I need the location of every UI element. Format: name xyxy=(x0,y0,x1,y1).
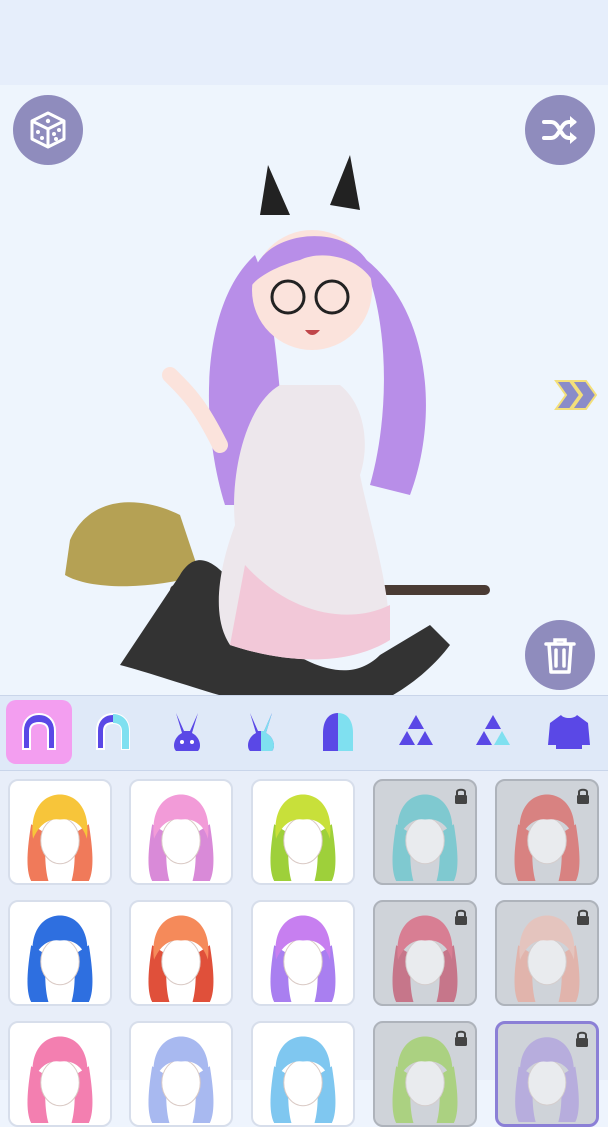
hair-item[interactable] xyxy=(8,1021,112,1127)
top-bar xyxy=(0,0,608,85)
hair-item[interactable] xyxy=(8,779,112,885)
tab-hair-front[interactable] xyxy=(80,700,146,764)
lock-icon xyxy=(455,909,467,925)
hair-full-icon xyxy=(22,712,56,750)
hair-item[interactable] xyxy=(373,779,477,885)
hair-item[interactable] xyxy=(251,1021,355,1127)
sweater-icon xyxy=(548,715,590,749)
hair-back-icon xyxy=(323,713,353,751)
tab-triforce-alt[interactable] xyxy=(460,700,526,764)
double-chevron-right-icon[interactable] xyxy=(552,377,600,413)
tab-hair-back[interactable] xyxy=(305,700,371,764)
lock-icon xyxy=(455,1030,467,1046)
trash-icon xyxy=(544,638,576,674)
hairstyle-thumbnail xyxy=(27,1036,93,1124)
shuffle-button[interactable] xyxy=(525,95,595,165)
hair-item[interactable] xyxy=(495,1021,599,1127)
triforce-icon xyxy=(399,715,433,745)
hair-item[interactable] xyxy=(129,1021,233,1127)
hairstyle-thumbnail xyxy=(270,915,336,1003)
lock-icon xyxy=(576,1031,588,1047)
hair-item[interactable] xyxy=(8,900,112,1006)
delete-button[interactable] xyxy=(525,620,595,690)
hairstyle-thumbnail xyxy=(270,1036,336,1124)
hair-item[interactable] xyxy=(129,900,233,1006)
tab-hair-full[interactable] xyxy=(6,700,72,764)
hair-item[interactable] xyxy=(495,900,599,1006)
hair-item[interactable] xyxy=(251,900,355,1006)
hair-item[interactable] xyxy=(129,779,233,885)
hairstyle-thumbnail xyxy=(270,794,336,882)
hair-item[interactable] xyxy=(495,779,599,885)
triforce-alt-icon xyxy=(476,715,510,745)
tab-top-sweater[interactable] xyxy=(536,700,602,764)
hair-item[interactable] xyxy=(373,900,477,1006)
shuffle-icon xyxy=(542,116,577,144)
character-stage xyxy=(0,85,608,695)
hairstyle-thumbnail xyxy=(27,794,93,882)
tab-ears-bunny[interactable] xyxy=(154,700,220,764)
lock-icon xyxy=(455,788,467,804)
hair-item[interactable] xyxy=(251,779,355,885)
bunny-ears-alt-icon xyxy=(248,713,274,751)
hairstyle-thumbnail xyxy=(148,1036,214,1124)
lock-icon xyxy=(577,909,589,925)
tab-triforce[interactable] xyxy=(383,700,449,764)
hairstyle-thumbnail xyxy=(27,915,93,1003)
bunny-ears-icon xyxy=(174,713,200,751)
hair-front-icon xyxy=(96,712,130,750)
category-tab-bar xyxy=(0,695,608,771)
tab-ears-bunny-alt[interactable] xyxy=(228,700,294,764)
lock-icon xyxy=(577,788,589,804)
hairstyle-thumbnail xyxy=(148,794,214,882)
character-avatar xyxy=(65,155,490,695)
hair-item-grid xyxy=(0,771,608,1127)
hairstyle-thumbnail xyxy=(148,915,214,1003)
hair-item[interactable] xyxy=(373,1021,477,1127)
